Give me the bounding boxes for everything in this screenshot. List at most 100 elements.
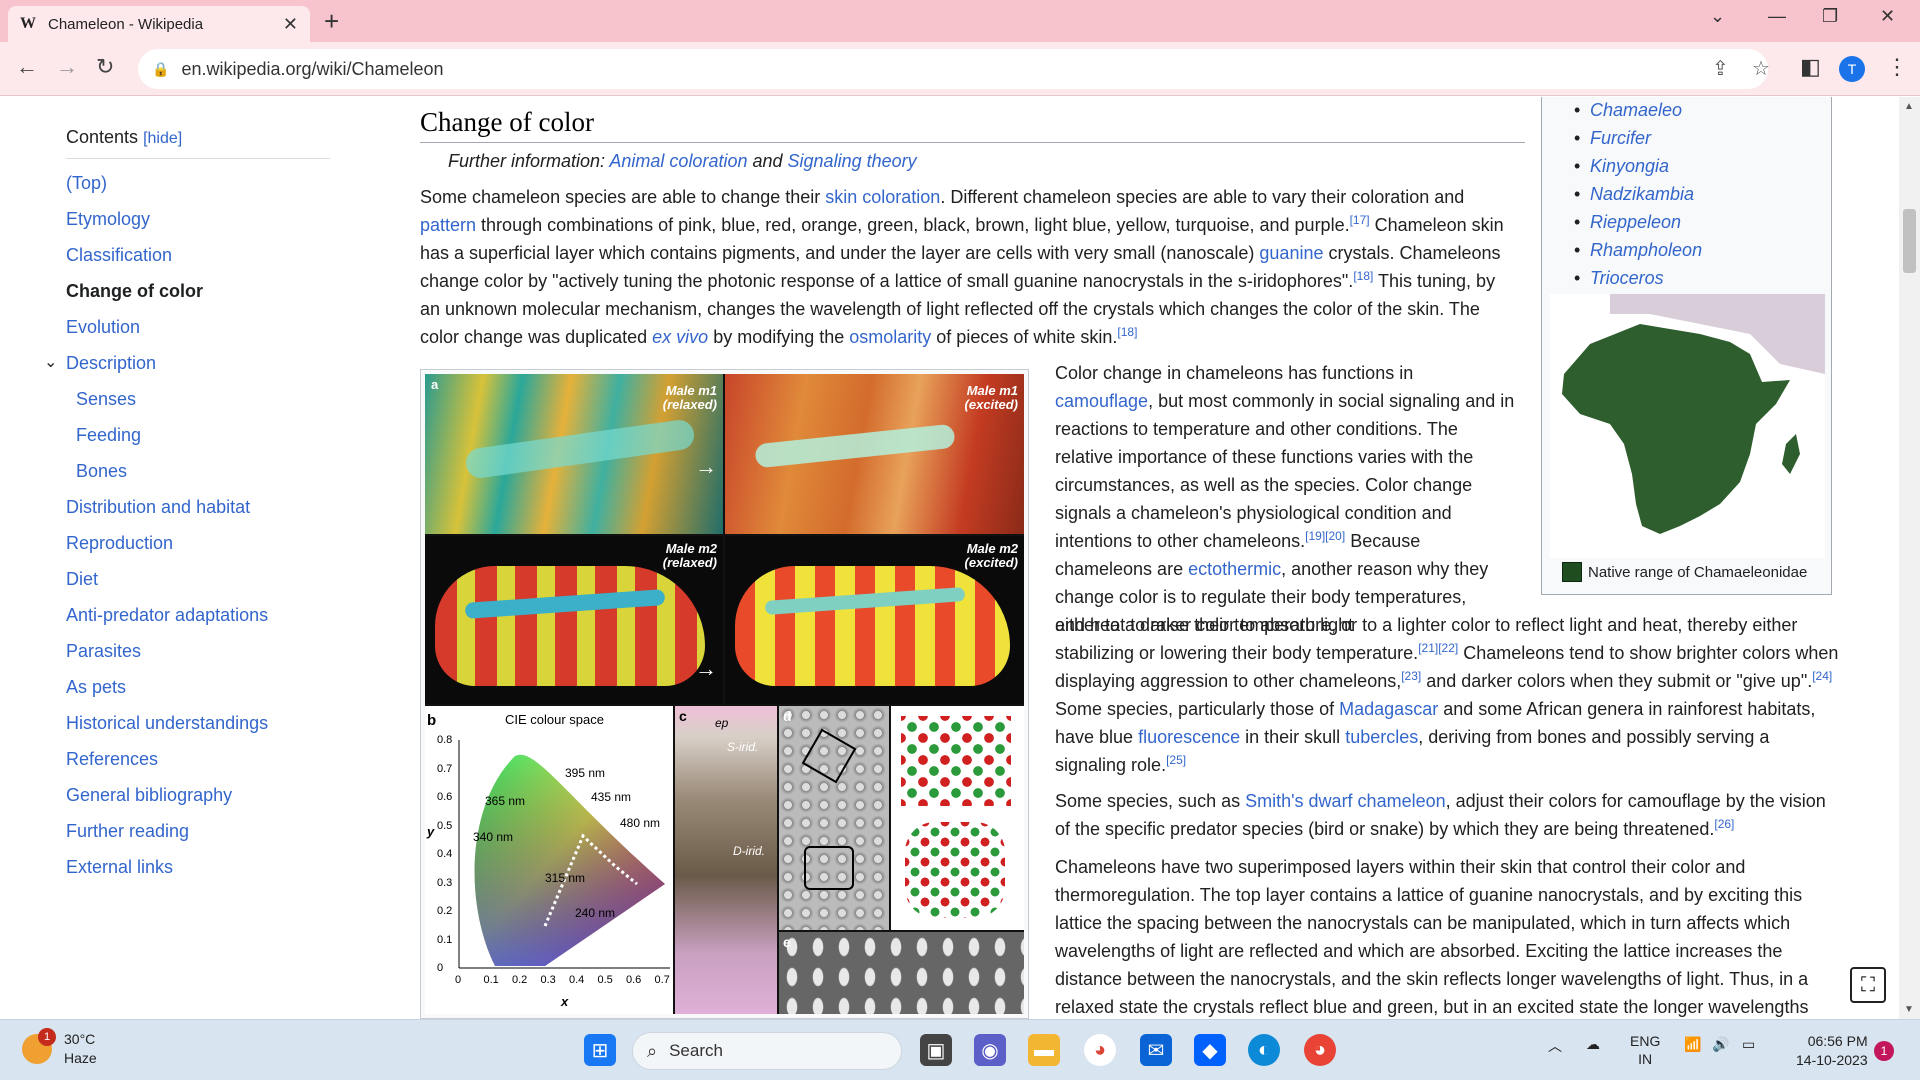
toc-item-bones[interactable]: Bones (66, 459, 330, 495)
taskbar-search[interactable]: ⌕ Search (632, 1032, 902, 1070)
toc-item-description[interactable]: ⌄ Description (44, 351, 330, 387)
toc-item-as-pets[interactable]: As pets (66, 675, 330, 711)
tab-search-icon[interactable]: ⌄ (1710, 6, 1725, 27)
tab-chameleon[interactable]: W Chameleon - Wikipedia ✕ (8, 6, 310, 42)
toc-item-further-reading[interactable]: Further reading (66, 819, 330, 855)
file-explorer-icon[interactable]: ▬ (1028, 1034, 1060, 1066)
task-view-icon[interactable]: ▣ (920, 1034, 952, 1066)
mail-icon[interactable]: ✉ (1140, 1034, 1172, 1066)
genus-link[interactable]: Kinyongia (1590, 156, 1669, 176)
toc-item-classification[interactable]: Classification (66, 243, 330, 279)
color-change-figure[interactable]: a Male m1 (relaxed) → Male m1 (excited) Ma… (420, 369, 1029, 1019)
edge-icon[interactable]: ◐ (1248, 1034, 1280, 1066)
system-clock[interactable]: 06:56 PM 14-10-2023 (1796, 1032, 1868, 1070)
cie-chart-panel: b CIE colour space 395 nm 435 nm 365 nm … (425, 706, 673, 1014)
toc-item-parasites[interactable]: Parasites (66, 639, 330, 675)
toc-item-distribution-and-habitat[interactable]: Distribution and habitat (66, 495, 330, 531)
bookmark-star-icon[interactable]: ☆ (1752, 56, 1770, 81)
toc-item-feeding[interactable]: Feeding (66, 423, 330, 459)
toc-item-historical-understandings[interactable]: Historical understandings (66, 711, 330, 747)
genus-link[interactable]: Rhampholeon (1590, 240, 1702, 260)
back-icon[interactable]: ← (16, 54, 38, 80)
minimize-icon[interactable]: — (1768, 6, 1786, 27)
toc-item-general-bibliography[interactable]: General bibliography (66, 783, 330, 819)
link-madagascar[interactable]: Madagascar (1339, 699, 1438, 719)
scroll-down-icon[interactable]: ▼ (1904, 1004, 1914, 1015)
toc-item-external-links[interactable]: External links (66, 855, 330, 891)
scroll-up-icon[interactable]: ▲ (1904, 101, 1914, 112)
address-bar[interactable]: 🔒 en.wikipedia.org/wiki/Chameleon (138, 49, 1768, 89)
toc-item-diet[interactable]: Diet (66, 567, 330, 603)
weather-widget[interactable]: 1 30°C Haze (22, 1028, 97, 1068)
maximize-icon[interactable]: ❐ (1822, 6, 1838, 27)
start-button[interactable]: ⊞ (584, 1034, 616, 1066)
toc-item-reproduction[interactable]: Reproduction (66, 531, 330, 567)
toc-item-top[interactable]: (Top) (66, 171, 330, 207)
citation-18[interactable]: [18] (1353, 269, 1373, 283)
genus-link[interactable]: Chamaeleo (1590, 100, 1682, 120)
language-indicator[interactable]: ENG IN (1630, 1032, 1660, 1068)
toc-item-change-of-color[interactable]: Change of color (66, 279, 330, 315)
link-signaling-theory[interactable]: Signaling theory (788, 151, 917, 171)
x-tick-label: 0.4 (569, 974, 585, 986)
volume-icon[interactable]: 🔊 (1712, 1036, 1729, 1053)
citation-18b[interactable]: [18] (1117, 325, 1137, 339)
fullscreen-icon[interactable]: ⛶ (1850, 967, 1886, 1003)
toc-hide-link[interactable]: [hide] (143, 130, 182, 147)
link-ectothermic[interactable]: ectothermic (1188, 559, 1281, 579)
scrollbar-thumb[interactable] (1903, 209, 1916, 273)
genus-item: Chamaeleo (1574, 97, 1831, 124)
chrome-icon[interactable]: ◕ (1084, 1034, 1116, 1066)
link-osmolarity[interactable]: osmolarity (849, 327, 931, 347)
toc-item-etymology[interactable]: Etymology (66, 207, 330, 243)
citation-21-22[interactable]: [21][22] (1418, 641, 1458, 655)
citation-26[interactable]: [26] (1714, 817, 1734, 831)
link-guanine[interactable]: guanine (1259, 243, 1323, 263)
show-hidden-icons[interactable]: ︿ (1548, 1036, 1562, 1056)
citation-25[interactable]: [25] (1166, 753, 1186, 767)
link-skin-coloration[interactable]: skin coloration (825, 187, 940, 207)
notification-badge[interactable]: 1 (1874, 1041, 1894, 1061)
range-map[interactable] (1550, 294, 1825, 558)
teams-chat-icon[interactable]: ◉ (974, 1034, 1006, 1066)
page-scrollbar[interactable]: ▲ ▼ (1899, 97, 1920, 1019)
link-pattern[interactable]: pattern (420, 215, 476, 235)
genus-link[interactable]: Furcifer (1590, 128, 1651, 148)
forward-icon[interactable]: → (56, 54, 78, 80)
chrome-profile-icon[interactable]: ◕ (1304, 1034, 1336, 1066)
close-tab-icon[interactable]: ✕ (283, 14, 298, 35)
toc-item-evolution[interactable]: Evolution (66, 315, 330, 351)
menu-kebab-icon[interactable]: ⋮ (1886, 54, 1908, 80)
link-tubercles[interactable]: tubercles (1345, 727, 1418, 747)
link-camouflage[interactable]: camouflage (1055, 391, 1148, 411)
close-window-icon[interactable]: ✕ (1880, 6, 1895, 27)
wifi-icon[interactable]: 📶 (1684, 1036, 1701, 1053)
new-tab-button[interactable]: + (324, 6, 339, 37)
toc-item-references[interactable]: References (66, 747, 330, 783)
hatnote: Further information: Animal coloration a… (448, 151, 917, 172)
toc-item-anti-predator-adaptations[interactable]: Anti-predator adaptations (66, 603, 330, 639)
battery-icon[interactable]: ▭ (1742, 1036, 1755, 1053)
dropbox-icon[interactable]: ◆ (1194, 1034, 1226, 1066)
toc-item-label: Further reading (66, 821, 190, 841)
link-smiths-dwarf-chameleon[interactable]: Smith's dwarf chameleon (1245, 791, 1446, 811)
share-icon[interactable]: ⇪ (1712, 56, 1729, 81)
y-tick-label: 0 (437, 962, 444, 974)
citation-23[interactable]: [23] (1401, 669, 1421, 683)
weather-icon: 1 (22, 1028, 56, 1064)
profile-avatar[interactable]: T (1839, 56, 1865, 82)
side-panel-icon[interactable]: ◧ (1800, 54, 1821, 80)
toc-item-senses[interactable]: Senses (66, 387, 330, 423)
genus-link[interactable]: Nadzikambia (1590, 184, 1694, 204)
chevron-down-icon[interactable]: ⌄ (44, 351, 57, 375)
citation-19-20[interactable]: [19][20] (1305, 529, 1345, 543)
link-animal-coloration[interactable]: Animal coloration (609, 151, 747, 171)
link-fluorescence[interactable]: fluorescence (1138, 727, 1240, 747)
link-ex-vivo[interactable]: ex vivo (652, 327, 708, 347)
genus-link[interactable]: Trioceros (1590, 268, 1664, 288)
onedrive-icon[interactable]: ☁ (1586, 1036, 1600, 1053)
citation-17[interactable]: [17] (1350, 213, 1370, 227)
reload-icon[interactable]: ↻ (96, 54, 114, 80)
citation-24[interactable]: [24] (1812, 669, 1832, 683)
genus-link[interactable]: Rieppeleon (1590, 212, 1681, 232)
